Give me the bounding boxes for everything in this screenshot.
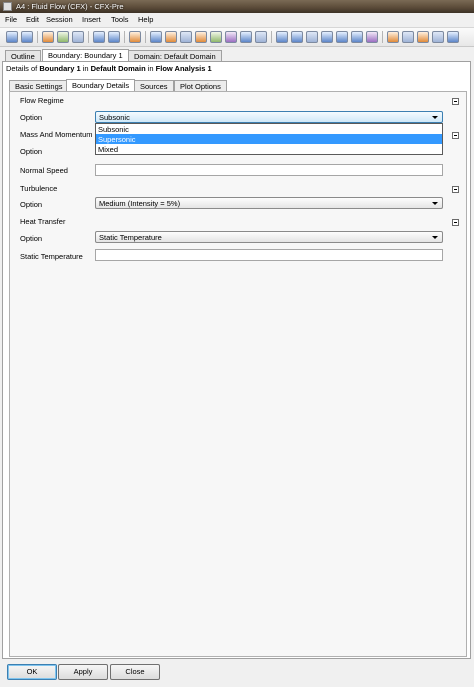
surface-icon[interactable]	[336, 31, 348, 43]
flow-regime-title: Flow Regime	[20, 96, 64, 105]
save-as-icon[interactable]	[21, 31, 33, 43]
inner-tab-bar: Basic Settings Boundary Details Sources …	[9, 79, 469, 91]
normal-speed-input[interactable]	[95, 164, 443, 176]
function-icon[interactable]	[255, 31, 267, 43]
option-supersonic[interactable]: Supersonic	[96, 134, 442, 144]
details-in-2: in	[145, 64, 156, 73]
menu-insert[interactable]: Insert	[82, 15, 101, 24]
undo-icon[interactable]	[93, 31, 105, 43]
open-icon[interactable]	[129, 31, 141, 43]
interface-icon[interactable]	[210, 31, 222, 43]
turbulence-select[interactable]: Medium (Intensity = 5%)	[95, 197, 443, 209]
details-prefix: Details of	[6, 64, 40, 73]
subdomain-icon[interactable]	[180, 31, 192, 43]
toolbar-separator	[271, 31, 272, 43]
save-icon[interactable]	[6, 31, 18, 43]
toolbar-separator	[124, 31, 125, 43]
chevron-down-icon	[432, 202, 438, 205]
toolbar-separator	[88, 31, 89, 43]
option-mixed[interactable]: Mixed	[96, 144, 442, 154]
plane-icon[interactable]	[351, 31, 363, 43]
flow-regime-select[interactable]: Subsonic	[95, 111, 443, 123]
source-point-icon[interactable]	[195, 31, 207, 43]
dialog-button-bar: OK Apply Close	[0, 662, 474, 687]
report-icon[interactable]	[57, 31, 69, 43]
mass-momentum-option-label: Option	[20, 147, 43, 156]
heat-transfer-collapse-icon[interactable]	[452, 219, 459, 226]
window-title: A4 : Fluid Flow (CFX) - CFX-Pre	[16, 2, 124, 11]
chart-icon[interactable]	[387, 31, 399, 43]
static-temperature-input[interactable]	[95, 249, 443, 261]
grid-icon[interactable]	[447, 31, 459, 43]
tab-plot-options[interactable]: Plot Options	[174, 80, 227, 91]
heat-transfer-select[interactable]: Static Temperature	[95, 231, 443, 243]
details-domain: Default Domain	[90, 64, 146, 73]
toolbar	[0, 28, 474, 47]
ok-button[interactable]: OK	[7, 664, 57, 680]
heat-transfer-option-label: Option	[20, 234, 43, 243]
import-icon[interactable]	[42, 31, 54, 43]
tab-boundary[interactable]: Boundary: Boundary 1	[42, 49, 129, 61]
chevron-down-icon	[432, 116, 438, 119]
boundary-details-panel: Flow Regime Option Subsonic Mass And Mom…	[9, 91, 467, 657]
static-temperature-label: Static Temperature	[20, 252, 83, 261]
window-title-bar: A4 : Fluid Flow (CFX) - CFX-Pre	[0, 0, 474, 13]
toolbar-separator	[382, 31, 383, 43]
outer-tab-bar: Outline Boundary: Boundary 1 Domain: Def…	[0, 49, 474, 61]
turbulence-option-label: Option	[20, 200, 43, 209]
flow-regime-value: Subsonic	[99, 113, 130, 122]
flow-regime-option-label: Option	[20, 113, 43, 122]
turbulence-collapse-icon[interactable]	[452, 186, 459, 193]
menu-help[interactable]: Help	[138, 15, 153, 24]
close-button[interactable]: Close	[110, 664, 160, 680]
tab-sources[interactable]: Sources	[134, 80, 174, 91]
volume-icon[interactable]	[321, 31, 333, 43]
menu-file[interactable]: File	[5, 15, 17, 24]
heat-transfer-title: Heat Transfer	[20, 217, 66, 226]
domain-icon[interactable]	[150, 31, 162, 43]
flow-regime-dropdown-list: Subsonic Supersonic Mixed	[95, 123, 443, 155]
tab-outline[interactable]: Outline	[5, 50, 41, 61]
mass-momentum-title: Mass And Momentum	[20, 130, 93, 139]
heat-transfer-value: Static Temperature	[99, 233, 162, 242]
tools-icon[interactable]	[417, 31, 429, 43]
app-icon	[3, 2, 12, 11]
details-analysis: Flow Analysis 1	[155, 64, 212, 73]
flask-icon[interactable]	[225, 31, 237, 43]
apply-button[interactable]: Apply	[58, 664, 108, 680]
export-icon[interactable]	[72, 31, 84, 43]
turbulence-title: Turbulence	[20, 184, 58, 193]
details-heading: Details of Boundary 1 in Default Domain …	[6, 64, 212, 73]
expression-icon[interactable]	[240, 31, 252, 43]
redo-icon[interactable]	[108, 31, 120, 43]
menu-bar: File Edit Session Insert Tools Help	[0, 13, 474, 28]
toolbar-separator	[37, 31, 38, 43]
rotate-icon[interactable]	[276, 31, 288, 43]
menu-tools[interactable]: Tools	[111, 15, 129, 24]
compare-icon[interactable]	[402, 31, 414, 43]
details-boundary: Boundary 1	[39, 64, 81, 73]
tab-boundary-details[interactable]: Boundary Details	[66, 79, 136, 91]
option-subsonic[interactable]: Subsonic	[96, 124, 442, 134]
details-panel: Details of Boundary 1 in Default Domain …	[2, 61, 471, 659]
tab-basic-settings[interactable]: Basic Settings	[9, 80, 69, 91]
boundary-icon[interactable]	[165, 31, 177, 43]
tab-domain[interactable]: Domain: Default Domain	[128, 50, 222, 61]
menu-edit[interactable]: Edit	[26, 15, 39, 24]
layout-icon[interactable]	[432, 31, 444, 43]
chevron-down-icon	[432, 236, 438, 239]
flow-regime-collapse-icon[interactable]	[452, 98, 459, 105]
turbulence-value: Medium (Intensity = 5%)	[99, 199, 181, 208]
toolbar-separator	[145, 31, 146, 43]
details-in-1: in	[80, 64, 91, 73]
normal-speed-label: Normal Speed	[20, 166, 68, 175]
menu-session[interactable]: Session	[46, 15, 73, 24]
mass-momentum-collapse-icon[interactable]	[452, 132, 459, 139]
region-icon[interactable]	[291, 31, 303, 43]
mesh-icon[interactable]	[306, 31, 318, 43]
vector-icon[interactable]	[366, 31, 378, 43]
